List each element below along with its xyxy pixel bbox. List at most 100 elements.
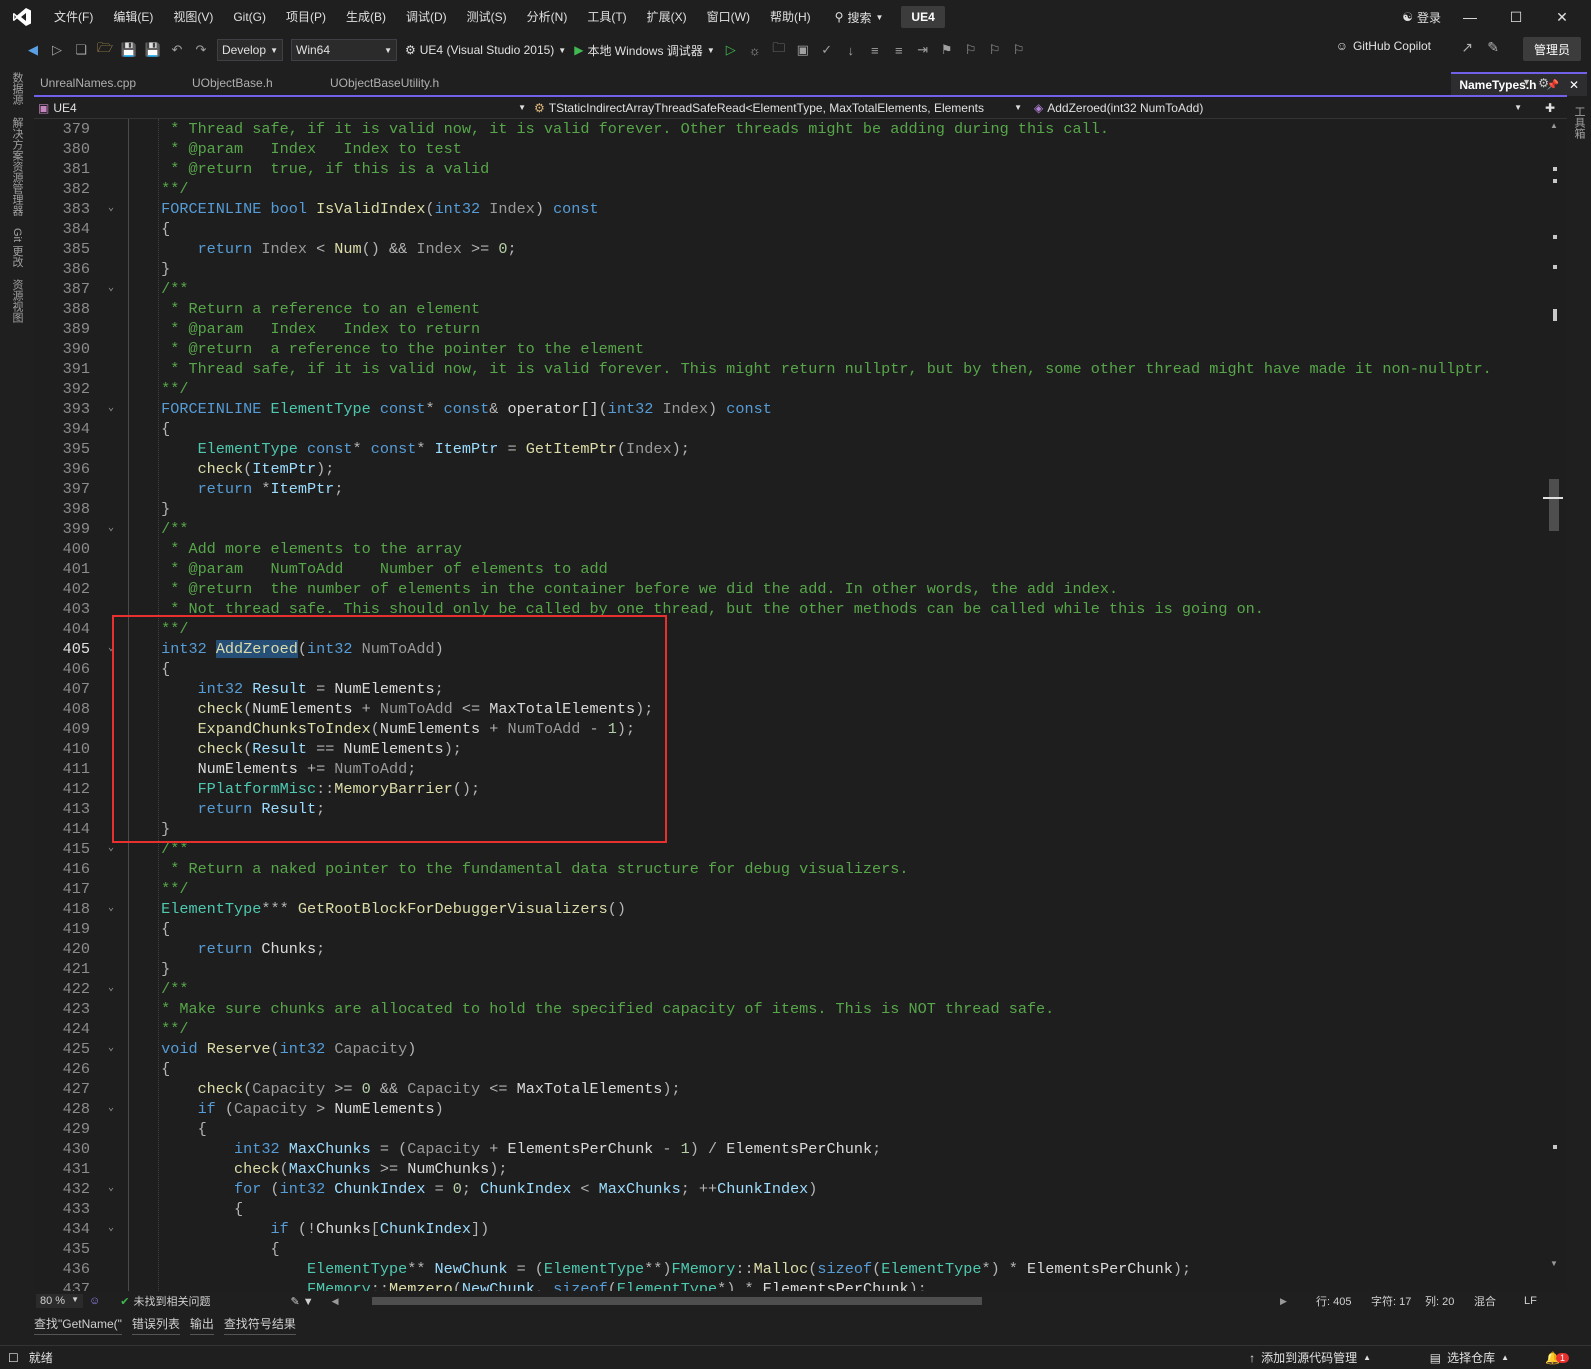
code-line[interactable]: 382 **/: [34, 179, 1543, 199]
code-line[interactable]: 389 * @param Index Index to return: [34, 319, 1543, 339]
code-line[interactable]: 417 **/: [34, 879, 1543, 899]
code-line[interactable]: 434 ⌄ if (!Chunks[ChunkIndex]): [34, 1219, 1543, 1239]
split-editor-icon[interactable]: ✚: [1540, 97, 1560, 118]
bottom-tool-tab[interactable]: 错误列表: [131, 1315, 180, 1335]
left-rail-tab[interactable]: 解决方案资源管理器: [0, 111, 34, 222]
line-indicator[interactable]: 行: 405: [1316, 1293, 1351, 1309]
document-tab[interactable]: UObjectBase.h: [186, 71, 324, 96]
undo-icon[interactable]: ↶: [166, 39, 188, 61]
horizontal-scrollbar-thumb[interactable]: [372, 1297, 982, 1305]
member-dropdown[interactable]: ◈ AddZeroed(int32 NumToAdd) ▼: [1034, 97, 1522, 118]
code-line[interactable]: 384 {: [34, 219, 1543, 239]
project-dropdown[interactable]: ▣ UE4 ▼: [38, 97, 526, 118]
tab-active-document[interactable]: NameTypes.h 📌 ✕: [1451, 72, 1587, 96]
login-button[interactable]: ☯ 登录: [1402, 0, 1441, 34]
code-line[interactable]: 391 * Thread safe, if it is valid now, i…: [34, 359, 1543, 379]
code-line[interactable]: 403 * Not thread safe. This should only …: [34, 599, 1543, 619]
code-line[interactable]: 436 ElementType** NewChunk = (ElementTyp…: [34, 1259, 1543, 1279]
code-line[interactable]: 396 check(ItemPtr);: [34, 459, 1543, 479]
code-line[interactable]: 428 ⌄ if (Capacity > NumElements): [34, 1099, 1543, 1119]
fold-toggle-icon[interactable]: ⌄: [108, 1099, 114, 1119]
code-line[interactable]: 435 {: [34, 1239, 1543, 1259]
fold-toggle-icon[interactable]: ⌄: [108, 839, 114, 859]
line-ending[interactable]: LF: [1524, 1295, 1537, 1307]
code-line[interactable]: 418 ⌄ ElementType*** GetRootBlockForDebug…: [34, 899, 1543, 919]
code-line[interactable]: 387 ⌄ /**: [34, 279, 1543, 299]
code-line[interactable]: 425 ⌄ void Reserve(int32 Capacity): [34, 1039, 1543, 1059]
scroll-down-icon[interactable]: ▼: [1550, 1259, 1558, 1268]
new-project-icon[interactable]: ❏: [70, 39, 92, 61]
code-line[interactable]: 407 int32 Result = NumElements;: [34, 679, 1543, 699]
scroll-up-icon[interactable]: ▲: [1550, 121, 1558, 130]
menu-item[interactable]: 项目(P): [276, 0, 336, 34]
menu-item[interactable]: 分析(N): [517, 0, 578, 34]
scroll-left-icon[interactable]: ◀: [332, 1296, 339, 1307]
code-cleanup-icon[interactable]: ✎ ▼: [290, 1295, 313, 1308]
settings-gear-icon[interactable]: ⚙: [1538, 76, 1549, 90]
code-line[interactable]: 415 ⌄ /**: [34, 839, 1543, 859]
uncomment-icon[interactable]: ≡: [888, 39, 910, 61]
code-line[interactable]: 398 }: [34, 499, 1543, 519]
fold-toggle-icon[interactable]: ⌄: [108, 399, 114, 419]
close-icon[interactable]: ✕: [1569, 78, 1579, 92]
code-line[interactable]: 405 ⌄ int32 AddZeroed(int32 NumToAdd): [34, 639, 1543, 659]
code-editor[interactable]: 379 * Thread safe, if it is valid now, i…: [34, 119, 1543, 1291]
menu-item[interactable]: 调试(D): [396, 0, 457, 34]
feedback-icon[interactable]: ✎: [1487, 39, 1499, 56]
menu-item[interactable]: 帮助(H): [760, 0, 821, 34]
code-line[interactable]: 394 {: [34, 419, 1543, 439]
minimize-button[interactable]: —: [1447, 0, 1493, 34]
menu-item[interactable]: 编辑(E): [103, 0, 163, 34]
maximize-button[interactable]: ☐: [1493, 0, 1539, 34]
code-line[interactable]: 419 {: [34, 919, 1543, 939]
search-button[interactable]: ⚲ 搜索 ▼: [827, 9, 892, 26]
code-line[interactable]: 395 ElementType const* const* ItemPtr = …: [34, 439, 1543, 459]
code-line[interactable]: 429 {: [34, 1119, 1543, 1139]
configuration-select[interactable]: Develop ▼: [217, 39, 283, 61]
menu-item[interactable]: 文件(F): [44, 0, 103, 34]
code-line[interactable]: 406 {: [34, 659, 1543, 679]
fold-toggle-icon[interactable]: ⌄: [108, 1039, 114, 1059]
code-line[interactable]: 426 {: [34, 1059, 1543, 1079]
bottom-tool-tab[interactable]: 查找符号结果: [223, 1315, 296, 1335]
code-line[interactable]: 404 **/: [34, 619, 1543, 639]
code-line[interactable]: 397 return *ItemPtr;: [34, 479, 1543, 499]
code-line[interactable]: 424 **/: [34, 1019, 1543, 1039]
fold-toggle-icon[interactable]: ⌄: [108, 519, 114, 539]
code-line[interactable]: 402 * @return the number of elements in …: [34, 579, 1543, 599]
zoom-select[interactable]: 80 % ▼: [36, 1294, 83, 1308]
github-copilot-button[interactable]: ☺ GitHub Copilot: [1336, 39, 1431, 53]
startup-project-select[interactable]: ⚙ UE4 (Visual Studio 2015) ▼: [402, 43, 569, 57]
solution-explorer-icon[interactable]: 🗀: [768, 39, 790, 61]
column-indicator[interactable]: 列: 20: [1425, 1293, 1454, 1309]
code-line[interactable]: 423 * Make sure chunks are allocated to …: [34, 999, 1543, 1019]
code-line[interactable]: 401 * @param NumToAdd Number of elements…: [34, 559, 1543, 579]
code-line[interactable]: 432 ⌄ for (int32 ChunkIndex = 0; ChunkInd…: [34, 1179, 1543, 1199]
next-bookmark-icon[interactable]: ⚐: [984, 39, 1006, 61]
char-indicator[interactable]: 字符: 17: [1371, 1293, 1411, 1309]
menu-item[interactable]: 工具(T): [577, 0, 636, 34]
indent-icon[interactable]: ⇥: [912, 39, 934, 61]
menu-item[interactable]: 扩展(X): [637, 0, 697, 34]
code-line[interactable]: 408 check(NumElements + NumToAdd <= MaxT…: [34, 699, 1543, 719]
issues-indicator[interactable]: ✔ 未找到相关问题: [120, 1293, 210, 1309]
code-line[interactable]: 385 return Index < Num() && Index >= 0;: [34, 239, 1543, 259]
scrollbar-thumb[interactable]: [1549, 479, 1559, 531]
prev-bookmark-icon[interactable]: ⚐: [960, 39, 982, 61]
code-line[interactable]: 421 }: [34, 959, 1543, 979]
share-icon[interactable]: ↗: [1461, 39, 1473, 56]
code-line[interactable]: 437 FMemory::Memzero(NewChunk, sizeof(El…: [34, 1279, 1543, 1291]
close-window-button[interactable]: ✕: [1539, 0, 1585, 34]
open-folder-icon[interactable]: 🗁: [94, 39, 116, 61]
code-line[interactable]: 400 * Add more elements to the array: [34, 539, 1543, 559]
code-line[interactable]: 433 {: [34, 1199, 1543, 1219]
notifications-button[interactable]: 🔔 1: [1545, 1351, 1569, 1365]
bottom-tool-tab[interactable]: 查找"GetName(": [34, 1315, 122, 1335]
code-line[interactable]: 390 * @return a reference to the pointer…: [34, 339, 1543, 359]
code-line[interactable]: 409 ExpandChunksToIndex(NumElements + Nu…: [34, 719, 1543, 739]
hot-reload-icon[interactable]: ☼: [744, 39, 766, 61]
scroll-right-icon[interactable]: ▶: [1280, 1296, 1287, 1307]
right-rail-tab[interactable]: 工具箱: [1567, 100, 1591, 145]
bookmark-icon[interactable]: ⚑: [936, 39, 958, 61]
code-line[interactable]: 379 * Thread safe, if it is valid now, i…: [34, 119, 1543, 139]
